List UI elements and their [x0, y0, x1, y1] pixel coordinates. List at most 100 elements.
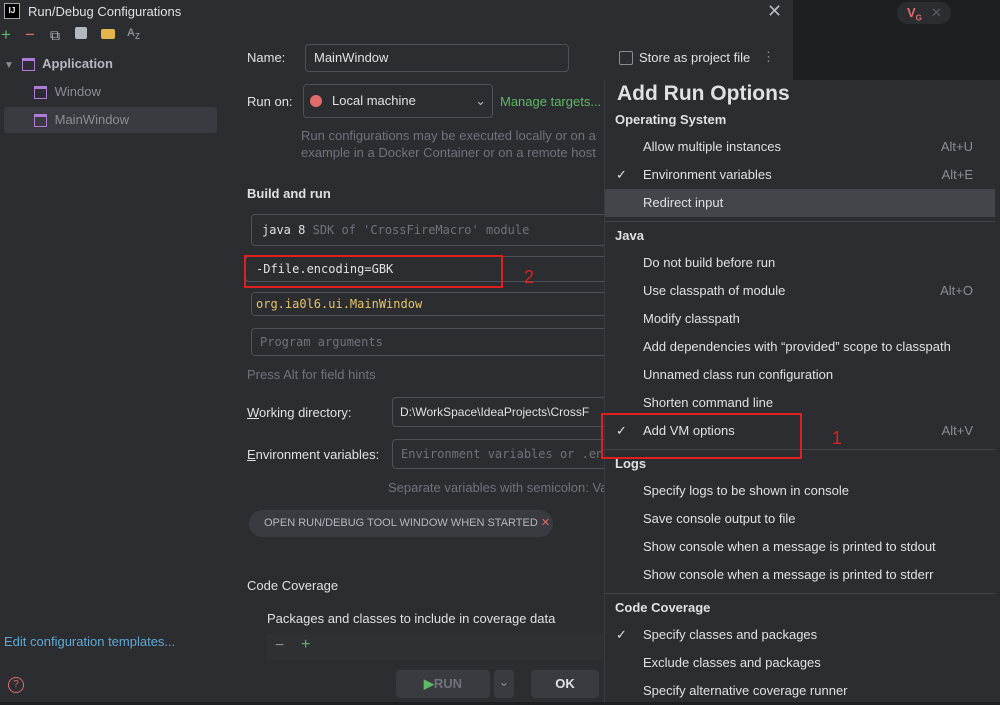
option-label: Specify classes and packages: [643, 627, 818, 642]
title-bar: IJ Run/Debug Configurations ✕: [0, 0, 793, 24]
option-label: Add dependencies with “provided” scope t…: [643, 339, 951, 354]
chip-close-icon[interactable]: ✕: [541, 517, 550, 529]
open-tool-window-chip[interactable]: OPEN RUN/DEBUG TOOL WINDOW WHEN STARTED …: [249, 510, 553, 537]
checkmark-icon: ✓: [616, 627, 627, 642]
option-save-console-output[interactable]: Save console output to file: [605, 505, 995, 533]
option-label: Save console output to file: [643, 511, 796, 526]
folder-icon[interactable]: [101, 29, 115, 39]
option-label: Environment variables: [643, 167, 772, 182]
application-icon: [21, 58, 35, 72]
close-icon[interactable]: ✕: [767, 1, 782, 22]
environment-variables-field[interactable]: Environment variables or .env: [392, 439, 612, 469]
checkmark-icon: ✓: [616, 167, 627, 182]
option-label: Allow multiple instances: [643, 139, 782, 154]
option-alternative-coverage-runner[interactable]: Specify alternative coverage runner: [605, 677, 995, 705]
edit-configuration-templates-link[interactable]: Edit configuration templates...: [4, 634, 175, 649]
working-directory-field[interactable]: D:\WorkSpace\IdeaProjects\CrossF: [392, 397, 612, 427]
option-show-console-stdout[interactable]: Show console when a message is printed t…: [605, 533, 995, 561]
option-specify-classes-and-packages[interactable]: ✓ Specify classes and packages: [605, 621, 995, 649]
option-modify-classpath[interactable]: Modify classpath: [605, 305, 995, 333]
option-label: Do not build before run: [643, 255, 776, 270]
help-icon[interactable]: ?: [8, 677, 24, 693]
working-directory-label: Working directory:: [247, 405, 352, 420]
jdk-select[interactable]: java 8 SDK of 'CrossFireMacro' module: [251, 214, 611, 246]
option-exclude-classes-and-packages[interactable]: Exclude classes and packages: [605, 649, 995, 677]
option-shortcut: Alt+V: [941, 423, 973, 438]
sdk-hint: SDK of 'CrossFireMacro' module: [312, 223, 530, 237]
open-tool-window-label: OPEN RUN/DEBUG TOOL WINDOW WHEN STARTED: [264, 517, 538, 529]
separator: [605, 593, 995, 594]
name-label: Name:: [247, 50, 286, 65]
option-label: Exclude classes and packages: [643, 655, 821, 670]
option-environment-variables[interactable]: ✓ Environment variables Alt+E: [605, 161, 995, 189]
sort-az-icon[interactable]: AZ: [127, 27, 140, 41]
coverage-packages-label: Packages and classes to include in cover…: [267, 611, 556, 626]
option-do-not-build-before-run[interactable]: Do not build before run: [605, 249, 995, 277]
name-field[interactable]: MainWindow: [305, 44, 569, 72]
tree-group-application[interactable]: ▼ Application: [4, 51, 217, 77]
option-add-dependencies-provided[interactable]: Add dependencies with “provided” scope t…: [605, 333, 995, 361]
option-label: Show console when a message is printed t…: [643, 539, 936, 554]
ok-button[interactable]: OK: [531, 670, 599, 698]
configuration-tree-panel: + − ⧉ AZ ▼ Application Window MainWindow…: [0, 24, 229, 702]
tree-group-label: Application: [42, 56, 113, 71]
widget-close-icon[interactable]: ✕: [931, 5, 942, 21]
option-use-classpath-of-module[interactable]: Use classpath of module Alt+O: [605, 277, 995, 305]
run-icon: ▶: [423, 676, 434, 691]
option-label: Use classpath of module: [643, 283, 786, 298]
run-on-select[interactable]: Local machine ⌄: [303, 84, 493, 118]
annotation-box-2: [244, 255, 503, 288]
build-and-run-title: Build and run: [247, 186, 331, 201]
tree-item-label: MainWindow: [54, 112, 130, 127]
option-label: Specify alternative coverage runner: [643, 683, 848, 698]
chevron-down-icon[interactable]: ▼: [4, 60, 14, 71]
separator: [605, 221, 995, 222]
run-on-value: Local machine: [332, 93, 416, 108]
store-as-project-file-checkbox[interactable]: [619, 51, 633, 65]
run-on-hint-line-2: example in a Docker Container or on a re…: [301, 145, 596, 160]
section-code-coverage: Code Coverage: [615, 600, 711, 615]
store-as-project-file-label: Store as project file: [639, 50, 751, 65]
run-on-label: Run on:: [247, 94, 293, 109]
application-icon: [34, 114, 47, 128]
option-show-console-stderr[interactable]: Show console when a message is printed t…: [605, 561, 995, 589]
option-allow-multiple-instances[interactable]: Allow multiple instances Alt+U: [605, 133, 995, 161]
run-button-label: RUN: [433, 676, 463, 691]
coverage-list: − +: [267, 634, 612, 660]
option-label: Redirect input: [643, 195, 724, 210]
main-class-field[interactable]: org.ia0l6.ui.MainWindow: [251, 292, 611, 316]
option-label: Modify classpath: [643, 311, 740, 326]
tree-item-window[interactable]: Window: [4, 79, 217, 105]
tree-item-mainwindow[interactable]: MainWindow: [4, 107, 217, 133]
intellij-logo-icon: IJ: [4, 3, 20, 19]
option-specify-logs[interactable]: Specify logs to be shown in console: [605, 477, 995, 505]
add-coverage-icon[interactable]: +: [301, 636, 310, 654]
run-on-hint-line-1: Run configurations may be executed local…: [301, 128, 596, 143]
annotation-number-2: 2: [524, 267, 535, 287]
run-button[interactable]: ▶RUN: [396, 670, 490, 698]
popup-title: Add Run Options: [617, 82, 790, 105]
remove-icon[interactable]: −: [25, 25, 35, 45]
top-right-widget: VG ✕: [897, 2, 951, 24]
sdk-value: java 8: [262, 223, 306, 237]
option-shortcut: Alt+O: [940, 283, 973, 298]
program-arguments-field[interactable]: Program arguments: [251, 328, 611, 356]
program-arguments-placeholder: Program arguments: [260, 335, 383, 349]
alt-field-hints: Press Alt for field hints: [247, 367, 376, 382]
section-operating-system: Operating System: [615, 112, 727, 127]
code-coverage-title: Code Coverage: [247, 578, 339, 593]
option-unnamed-class-run-configuration[interactable]: Unnamed class run configuration: [605, 361, 995, 389]
manage-targets-link[interactable]: Manage targets...: [500, 94, 601, 109]
option-redirect-input[interactable]: Redirect input: [605, 189, 995, 217]
more-options-icon[interactable]: ⋮: [762, 49, 775, 65]
tree-item-label: Window: [54, 84, 101, 99]
environment-variables-placeholder: Environment variables or .env: [401, 447, 611, 461]
window-title: Run/Debug Configurations: [28, 4, 182, 19]
copy-icon[interactable]: ⧉: [50, 27, 60, 44]
environment-variables-hint: Separate variables with semicolon: Va: [388, 480, 608, 495]
remove-coverage-icon[interactable]: −: [275, 637, 284, 655]
save-icon[interactable]: [75, 27, 87, 39]
vcs-badge-icon[interactable]: VG: [907, 5, 922, 23]
add-icon[interactable]: +: [1, 25, 11, 45]
run-dropdown-button[interactable]: ⌄: [494, 670, 514, 698]
